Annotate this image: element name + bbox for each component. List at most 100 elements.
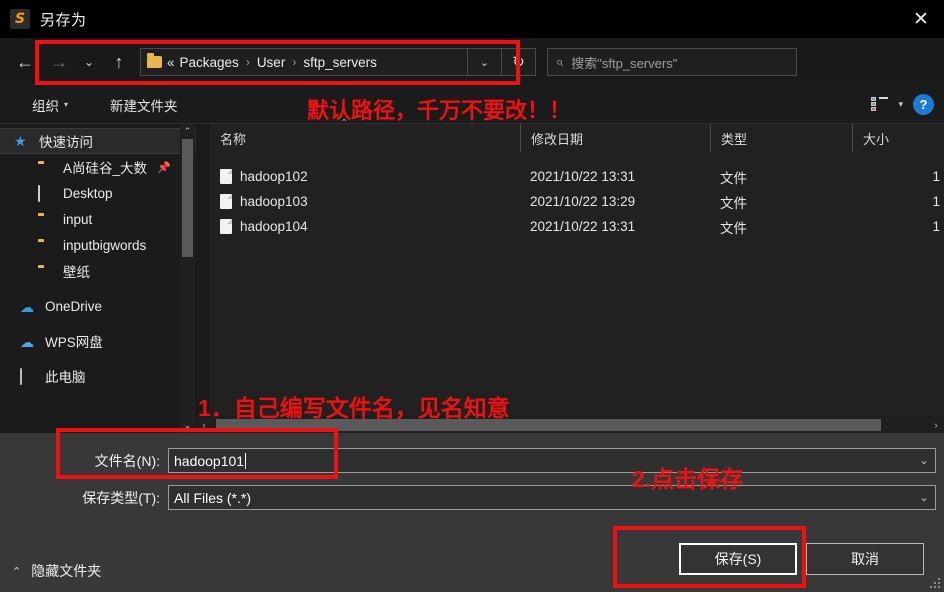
file-name-cell[interactable]: hadoop102 — [210, 169, 520, 184]
chevron-up-icon: ⌃ — [12, 565, 22, 578]
scroll-right-icon[interactable]: › — [928, 417, 944, 433]
file-name: hadoop102 — [240, 169, 308, 184]
save-as-dialog: S 另存为 ✕ ← → ⌄ ↑ « Packages › User › sftp… — [0, 0, 944, 592]
table-row[interactable]: hadoop104 2021/10/22 13:31 文件 1 — [210, 214, 944, 239]
address-bar[interactable]: « Packages › User › sftp_servers — [140, 48, 468, 76]
file-list-header: 名称 ⌃ 修改日期 类型 大小 — [210, 118, 944, 152]
document-icon — [220, 194, 232, 209]
filetype-row: 保存类型(T): All Files (*.*) ⌄ — [0, 485, 944, 510]
sublime-text-icon: S — [10, 9, 30, 29]
command-bar-right: ▾ ? — [871, 94, 934, 115]
cancel-button[interactable]: 取消 — [806, 543, 924, 575]
file-name-cell[interactable]: hadoop104 — [210, 219, 520, 234]
filename-value: hadoop101 — [174, 452, 245, 469]
hide-folders-toggle[interactable]: ⌃ 隐藏文件夹 — [12, 561, 101, 581]
search-placeholder: 搜索"sftp_servers" — [571, 55, 678, 71]
sidebar-item-label: 此电脑 — [45, 370, 86, 385]
navigation-sidebar[interactable]: ★ 快速访问 A尚硅谷_大数 📌 Desktop input inputbigw… — [0, 124, 196, 433]
pane-splitter[interactable] — [196, 124, 210, 433]
column-header-size[interactable]: 大小 — [852, 124, 944, 152]
filename-input[interactable]: hadoop101 ⌄ — [168, 448, 936, 473]
breadcrumb-user[interactable]: User — [257, 55, 286, 70]
annotation-path-note: 默认路径，千万不要改！！ — [307, 98, 572, 123]
column-header-type[interactable]: 类型 — [710, 124, 852, 152]
help-icon[interactable]: ? — [913, 94, 934, 115]
breadcrumb-overflow[interactable]: « — [167, 55, 175, 70]
file-type-cell: 文件 — [720, 195, 747, 211]
close-icon[interactable]: ✕ — [898, 0, 944, 38]
table-row[interactable]: hadoop102 2021/10/22 13:31 文件 1 — [210, 164, 944, 189]
sidebar-item-inputbigwords[interactable]: inputbigwords — [0, 232, 196, 258]
annotation-filename-note: 1．自己编写文件名，见名知意 — [198, 395, 510, 421]
column-label: 名称 — [220, 131, 247, 147]
filename-row: 文件名(N): hadoop101 ⌄ — [0, 448, 944, 473]
sidebar-item-label: input — [63, 211, 93, 227]
file-type-cell: 文件 — [720, 220, 747, 236]
scroll-up-icon[interactable]: ⌃ — [180, 124, 195, 139]
search-box[interactable]: ⌕ 搜索"sftp_servers" — [547, 48, 797, 76]
sidebar-item-label: OneDrive — [45, 298, 103, 314]
sidebar-item-this-pc[interactable]: 此电脑 — [0, 363, 196, 389]
scroll-down-icon[interactable]: ⌄ — [180, 418, 195, 433]
sidebar-item-onedrive[interactable]: ☁ OneDrive — [0, 293, 196, 319]
file-date-cell: 2021/10/22 13:31 — [530, 219, 636, 234]
organize-label: 组织 — [32, 98, 59, 114]
column-header-date[interactable]: 修改日期 — [520, 124, 710, 152]
window-title: 另存为 — [40, 11, 87, 29]
sidebar-item-label: A尚硅谷_大数 — [63, 161, 148, 176]
scrollbar-thumb[interactable] — [182, 139, 193, 257]
file-size-cell: 1 — [932, 219, 940, 234]
file-list-pane[interactable]: 名称 ⌃ 修改日期 类型 大小 hadoop102 2021/10/22 13:… — [210, 118, 944, 416]
chevron-down-icon[interactable]: ▾ — [898, 99, 903, 110]
sidebar-item-input[interactable]: input — [0, 206, 196, 232]
save-button[interactable]: 保存(S) — [679, 543, 797, 575]
resize-grip[interactable] — [928, 576, 940, 588]
column-label: 类型 — [721, 131, 748, 147]
text-caret — [245, 452, 247, 469]
column-header-name[interactable]: 名称 ⌃ — [210, 118, 520, 152]
filetype-select[interactable]: All Files (*.*) ⌄ — [168, 485, 936, 510]
chevron-right-icon: › — [245, 55, 250, 69]
file-size-cell: 1 — [932, 194, 940, 209]
address-dropdown-button[interactable]: ⌄ — [468, 48, 502, 76]
save-form: 文件名(N): hadoop101 ⌄ 保存类型(T): All Files (… — [0, 433, 944, 592]
back-button[interactable]: ← — [8, 45, 42, 79]
file-date-cell: 2021/10/22 13:31 — [530, 169, 636, 184]
sidebar-item-label: WPS网盘 — [45, 335, 103, 350]
breadcrumb-packages[interactable]: Packages — [180, 55, 239, 70]
document-icon — [220, 219, 232, 234]
sidebar-item-desktop[interactable]: Desktop — [0, 180, 196, 206]
new-folder-button[interactable]: 新建文件夹 — [100, 95, 188, 115]
file-date-cell: 2021/10/22 13:29 — [530, 194, 636, 209]
refresh-button[interactable]: ↻ — [502, 48, 536, 76]
folder-icon — [147, 53, 162, 68]
table-row[interactable]: hadoop103 2021/10/22 13:29 文件 1 — [210, 189, 944, 214]
column-label: 修改日期 — [531, 131, 584, 147]
chevron-down-icon[interactable]: ⌄ — [913, 449, 935, 472]
sidebar-item-quick-access[interactable]: ★ 快速访问 — [0, 128, 196, 154]
organize-button[interactable]: 组织 ▾ — [22, 95, 78, 115]
file-name: hadoop104 — [240, 219, 308, 234]
file-size-cell: 1 — [932, 169, 940, 184]
up-button[interactable]: ↑ — [102, 45, 136, 79]
chevron-right-icon: › — [292, 55, 297, 69]
chevron-down-icon[interactable]: ⌄ — [913, 486, 935, 509]
chevron-down-icon: ▾ — [64, 100, 69, 109]
pin-icon: 📌 — [157, 161, 171, 174]
sidebar-item-wallpaper[interactable]: 壁纸 — [0, 258, 196, 284]
filetype-label: 保存类型(T): — [82, 489, 160, 506]
sidebar-item-shangguigu[interactable]: A尚硅谷_大数 📌 — [0, 154, 196, 180]
filetype-value: All Files (*.*) — [174, 489, 252, 506]
filename-label: 文件名(N): — [94, 452, 160, 469]
file-name-cell[interactable]: hadoop103 — [210, 194, 520, 209]
annotation-save-note: 2.点击保存 — [632, 466, 744, 492]
change-view-icon[interactable] — [871, 97, 889, 112]
sidebar-scrollbar[interactable]: ⌃ ⌄ — [180, 124, 195, 433]
breadcrumb-sftp-servers[interactable]: sftp_servers — [303, 55, 377, 70]
recent-locations-button[interactable]: ⌄ — [76, 45, 102, 79]
forward-button[interactable]: → — [42, 45, 76, 79]
column-label: 大小 — [863, 131, 890, 147]
new-folder-label: 新建文件夹 — [110, 98, 178, 114]
cloud-icon: ☁ — [20, 333, 34, 350]
sidebar-item-wps-cloud[interactable]: ☁ WPS网盘 — [0, 328, 196, 354]
